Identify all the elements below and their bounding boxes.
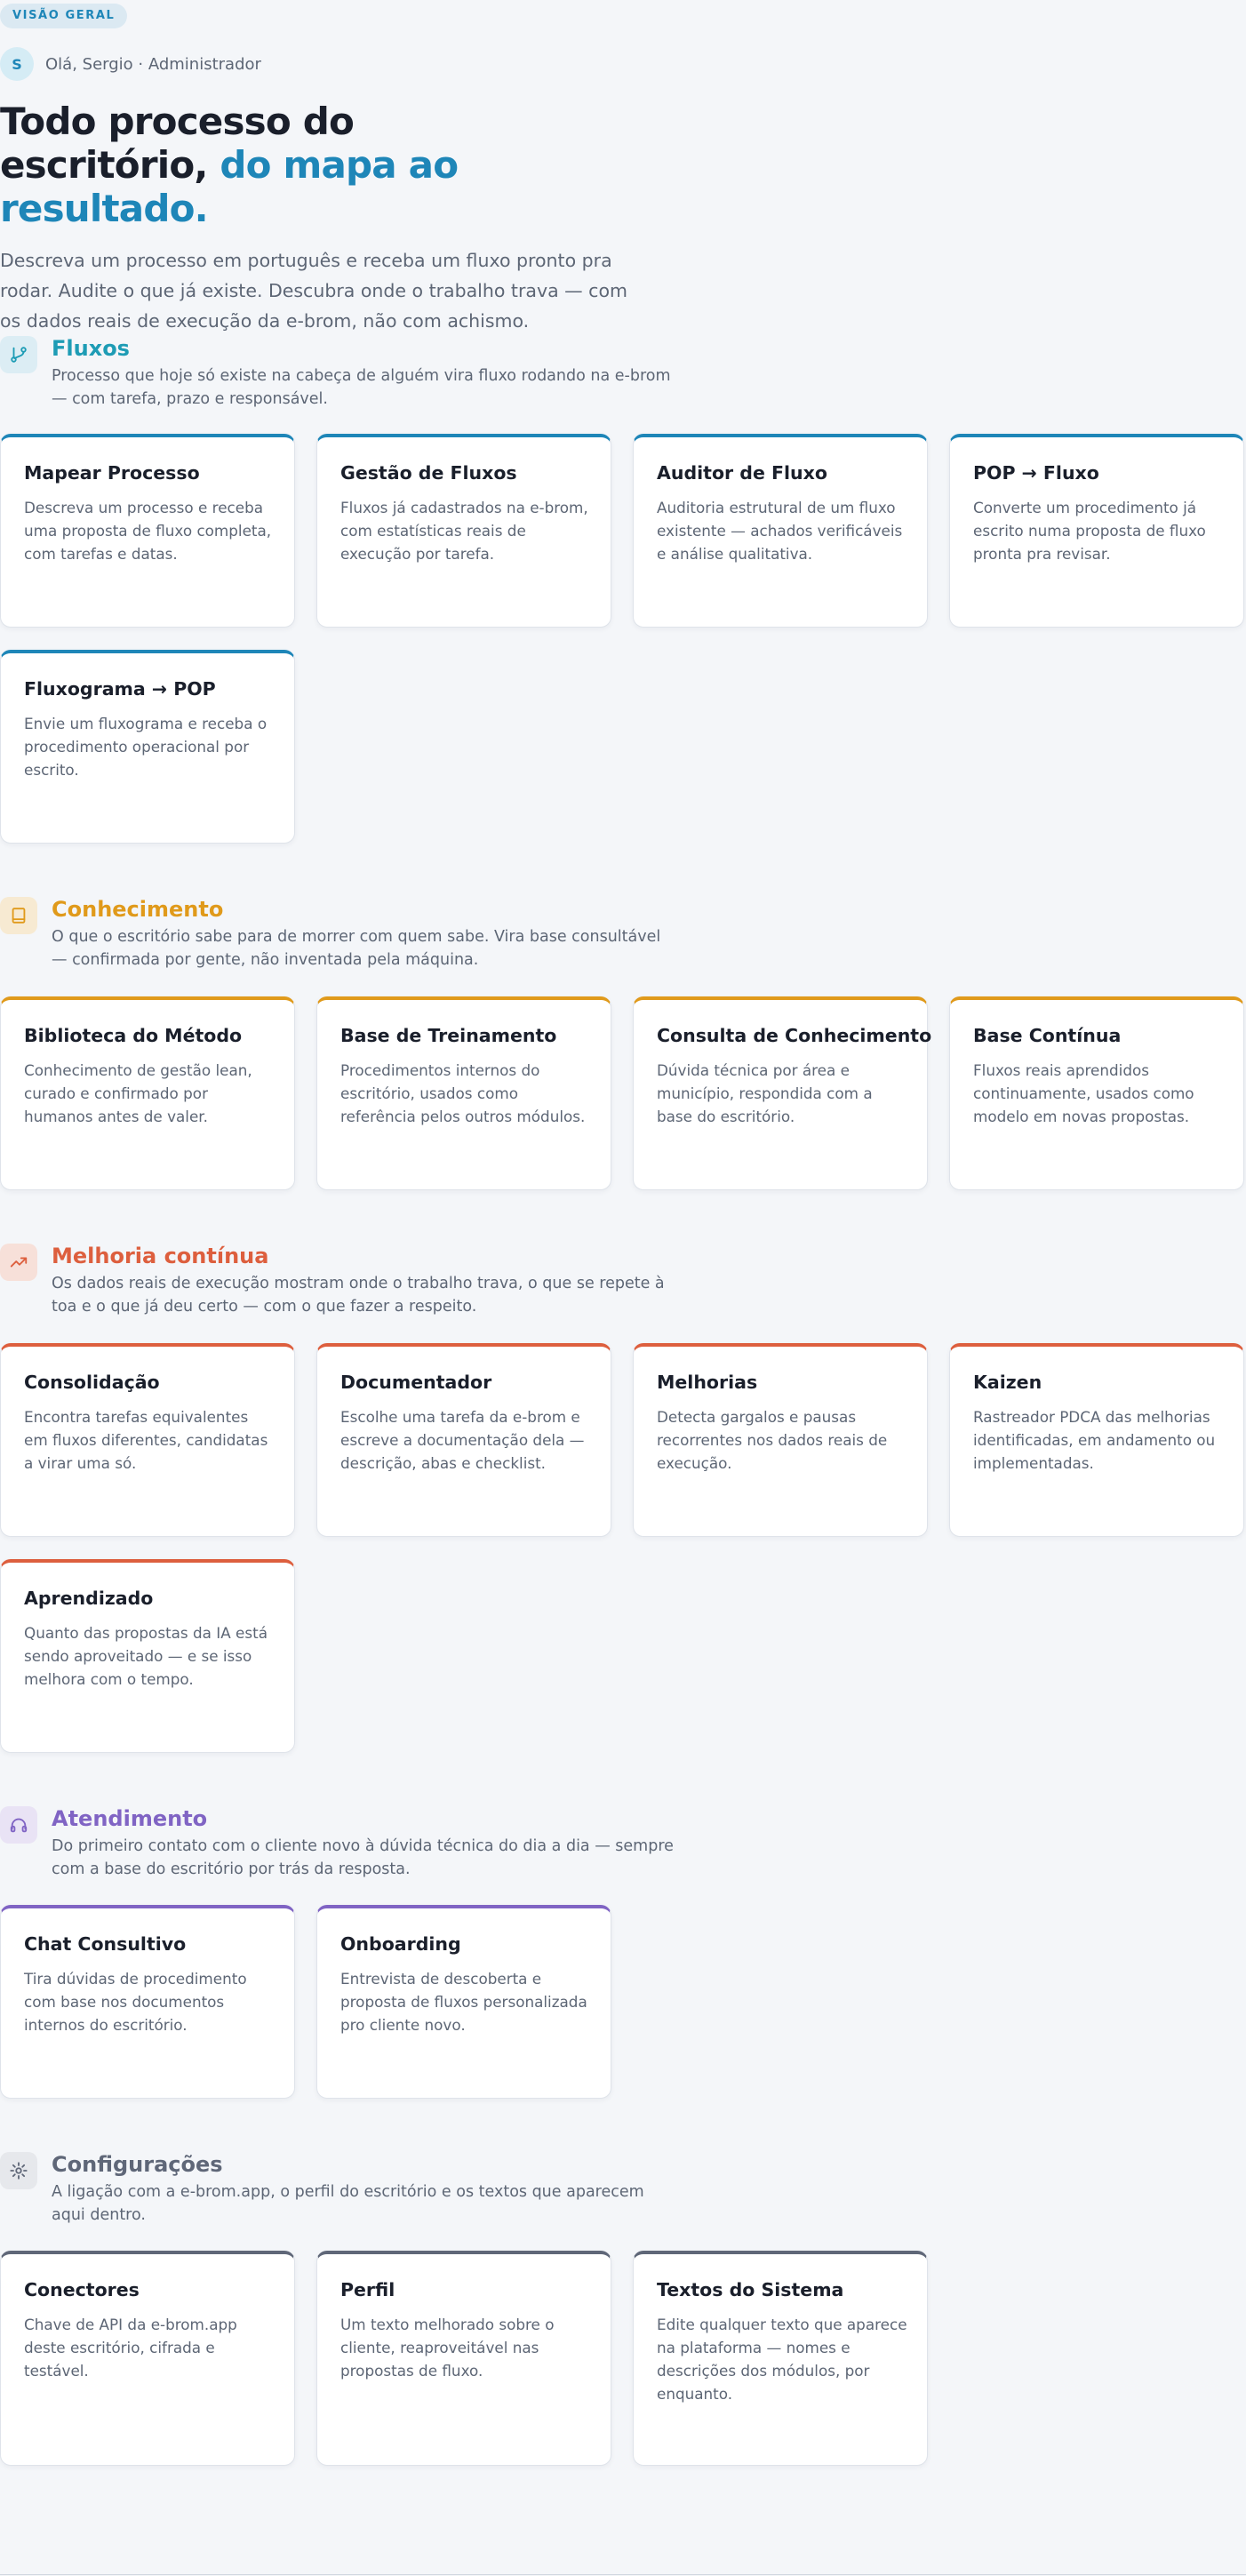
trending-up-icon xyxy=(0,1244,37,1281)
card-title: Perfil xyxy=(340,2279,395,2300)
card-description: Dúvida técnica por área e município, res… xyxy=(657,1061,873,1125)
card-description: Fluxos já cadastrados na e-brom, com est… xyxy=(340,499,588,563)
section-title: Atendimento xyxy=(52,1806,208,1831)
overview-badge: VISÃO GERAL xyxy=(0,4,128,28)
card-title: Consolidação xyxy=(24,1372,160,1393)
section-title: Melhoria contínua xyxy=(52,1244,269,1268)
card-title: Textos do Sistema xyxy=(657,2279,844,2300)
card-title: Base de Treinamento xyxy=(340,1025,557,1046)
card-title: Biblioteca do Método xyxy=(24,1025,243,1046)
card-title: Auditor de Fluxo xyxy=(657,462,827,484)
card-conectores[interactable]: Conectores Chave de API da e-brom.app de… xyxy=(0,2251,295,2466)
card-description: Procedimentos internos do escritório, us… xyxy=(340,1061,586,1125)
card-title: Fluxograma → POP xyxy=(24,678,216,700)
card-title: Melhorias xyxy=(657,1372,758,1393)
card-aprendizado[interactable]: Aprendizado Quanto das propostas da IA e… xyxy=(0,1559,295,1753)
card-description: Envie um fluxograma e receba o procedime… xyxy=(24,715,268,779)
card-description: Rastreador PDCA das melhorias identifica… xyxy=(973,1408,1216,1472)
card-description: Auditoria estrutural de um fluxo existen… xyxy=(657,499,903,563)
card-title: Documentador xyxy=(340,1372,492,1393)
gear-icon xyxy=(0,2152,37,2189)
book-icon xyxy=(0,897,37,934)
card-textos-do-sistema[interactable]: Textos do Sistema Edite qualquer texto q… xyxy=(633,2251,928,2466)
card-perfil[interactable]: Perfil Um texto melhorado sobre o client… xyxy=(316,2251,611,2466)
user-greeting: S Olá, Sergio · Administrador xyxy=(0,46,261,82)
card-description: Tira dúvidas de procedimento com base no… xyxy=(24,1970,247,2034)
card-title: Gestão de Fluxos xyxy=(340,462,517,484)
branch-icon xyxy=(0,336,37,373)
page-subtitle: Descreva um processo em português e rece… xyxy=(0,250,627,332)
card-description: Chave de API da e-brom.app deste escritó… xyxy=(24,2316,237,2380)
card-base-continua[interactable]: Base Contínua Fluxos reais aprendidos co… xyxy=(949,996,1244,1190)
card-chat-consultivo[interactable]: Chat Consultivo Tira dúvidas de procedim… xyxy=(0,1905,295,2099)
section-title: Conhecimento xyxy=(52,897,224,922)
card-title: Onboarding xyxy=(340,1933,461,1955)
card-description: Descreva um processo e receba uma propos… xyxy=(24,499,272,563)
card-fluxograma-pop[interactable]: Fluxograma → POP Envie um fluxograma e r… xyxy=(0,650,295,844)
card-title: Mapear Processo xyxy=(24,462,200,484)
section-title: Fluxos xyxy=(52,336,130,361)
card-consolidacao[interactable]: Consolidação Encontra tarefas equivalent… xyxy=(0,1343,295,1537)
card-documentador[interactable]: Documentador Escolhe uma tarefa da e-bro… xyxy=(316,1343,611,1537)
card-title: Base Contínua xyxy=(973,1025,1122,1046)
greeting-text: Olá, Sergio · Administrador xyxy=(45,54,261,74)
page-title: Todo processo do escritório, do mapa ao … xyxy=(0,100,498,230)
section-description: Os dados reais de execução mostram onde … xyxy=(52,1275,665,1316)
section-title: Configurações xyxy=(52,2152,223,2177)
card-pop-fluxo[interactable]: POP → Fluxo Converte um procedimento já … xyxy=(949,434,1244,628)
section-description: A ligação com a e-brom.app, o perfil do … xyxy=(52,2183,644,2224)
section-description: Do primeiro contato com o cliente novo à… xyxy=(52,1837,674,1878)
card-description: Conhecimento de gestão lean, curado e co… xyxy=(24,1061,252,1125)
section-description: O que o escritório sabe para de morrer c… xyxy=(52,928,661,969)
card-description: Fluxos reais aprendidos continuamente, u… xyxy=(973,1061,1194,1125)
card-description: Um texto melhorado sobre o cliente, reap… xyxy=(340,2316,555,2380)
card-melhorias[interactable]: Melhorias Detecta gargalos e pausas reco… xyxy=(633,1343,928,1537)
card-title: Chat Consultivo xyxy=(24,1933,187,1955)
card-auditor-de-fluxo[interactable]: Auditor de Fluxo Auditoria estrutural de… xyxy=(633,434,928,628)
card-title: Aprendizado xyxy=(24,1588,154,1609)
card-kaizen[interactable]: Kaizen Rastreador PDCA das melhorias ide… xyxy=(949,1343,1244,1537)
card-description: Detecta gargalos e pausas recorrentes no… xyxy=(657,1408,888,1472)
card-title: Consulta de Conhecimento xyxy=(657,1025,932,1046)
card-title: Kaizen xyxy=(973,1372,1042,1393)
card-description: Quanto das propostas da IA está sendo ap… xyxy=(24,1624,268,1688)
card-title: POP → Fluxo xyxy=(973,462,1099,484)
card-description: Converte um procedimento já escrito numa… xyxy=(973,499,1206,563)
divider xyxy=(0,2574,1246,2575)
headphones-icon xyxy=(0,1806,37,1844)
card-description: Encontra tarefas equivalentes em fluxos … xyxy=(24,1408,268,1472)
card-biblioteca-do-metodo[interactable]: Biblioteca do Método Conhecimento de ges… xyxy=(0,996,295,1190)
card-description: Escolhe uma tarefa da e-brom e escreve a… xyxy=(340,1408,585,1472)
card-description: Entrevista de descoberta e proposta de f… xyxy=(340,1970,587,2034)
card-title: Conectores xyxy=(24,2279,140,2300)
card-mapear-processo[interactable]: Mapear Processo Descreva um processo e r… xyxy=(0,434,295,628)
card-description: Edite qualquer texto que aparece na plat… xyxy=(657,2316,907,2403)
card-consulta-de-conhecimento[interactable]: Consulta de Conhecimento Dúvida técnica … xyxy=(633,996,932,1190)
card-base-de-treinamento[interactable]: Base de Treinamento Procedimentos intern… xyxy=(316,996,611,1190)
section-description: Processo que hoje só existe na cabeça de… xyxy=(52,367,671,408)
card-gestao-de-fluxos[interactable]: Gestão de Fluxos Fluxos já cadastrados n… xyxy=(316,434,611,628)
card-onboarding[interactable]: Onboarding Entrevista de descoberta e pr… xyxy=(316,1905,611,2099)
avatar[interactable]: S xyxy=(0,47,34,81)
